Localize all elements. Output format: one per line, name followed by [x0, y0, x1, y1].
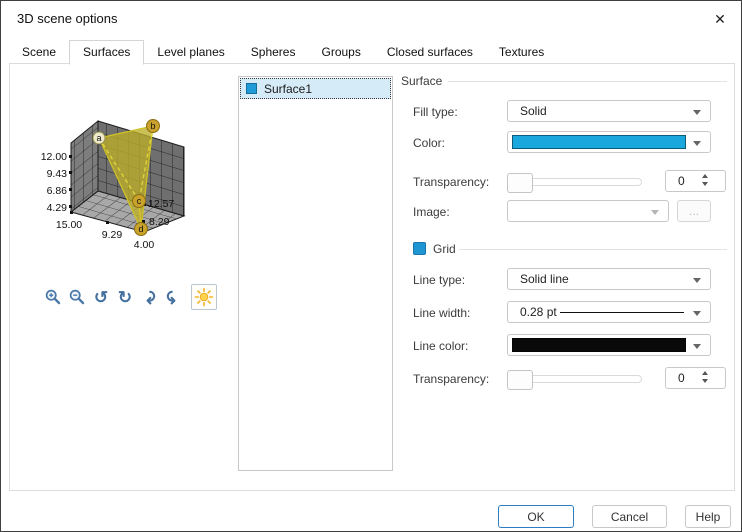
slider-handle[interactable]: [507, 370, 533, 390]
tab-textures[interactable]: Textures: [486, 41, 557, 63]
line-type-label: Line type:: [413, 273, 466, 287]
title-bar: 3D scene options ✕: [1, 1, 741, 39]
rotate-forward-icon[interactable]: ↷: [139, 286, 159, 308]
line-width-combobox[interactable]: 0.28 pt: [507, 301, 711, 323]
grid-transparency-label: Transparency:: [413, 372, 490, 386]
point-label-c: c: [137, 196, 142, 206]
surface-color-swatch: [512, 135, 686, 149]
grid-checkbox[interactable]: [413, 242, 426, 255]
point-label-d: d: [138, 224, 143, 234]
surface-group-divider: [448, 81, 727, 82]
grid-transparency-slider: [507, 370, 667, 390]
y-axis-label: 12.57: [148, 198, 174, 210]
chevron-down-icon: [693, 344, 701, 349]
slider-handle[interactable]: [507, 173, 533, 193]
close-icon[interactable]: ✕: [709, 9, 731, 29]
tab-scene[interactable]: Scene: [9, 41, 69, 63]
3d-preview[interactable]: 12.00 9.43 6.86 4.29 15.00 9.29 4.00 12.…: [29, 99, 234, 267]
chevron-down-icon: [651, 210, 659, 215]
ok-button[interactable]: OK: [498, 505, 574, 528]
spin-down-icon[interactable]: [702, 379, 708, 383]
spin-down-icon[interactable]: [702, 182, 708, 186]
tab-level-planes[interactable]: Level planes: [144, 41, 237, 63]
line-width-label: Line width:: [413, 306, 471, 320]
rotate-right-icon[interactable]: ↻: [115, 286, 135, 308]
chevron-down-icon: [693, 311, 701, 316]
surface-group-title: Surface: [401, 74, 443, 88]
zoom-out-icon[interactable]: [67, 286, 87, 308]
surfaces-listbox[interactable]: Surface1: [238, 76, 393, 471]
tab-closed-surfaces[interactable]: Closed surfaces: [374, 41, 486, 63]
tab-spheres[interactable]: Spheres: [238, 41, 309, 63]
line-color-swatch: [512, 338, 686, 352]
tab-bar: Scene Surfaces Level planes Spheres Grou…: [9, 40, 557, 65]
color-combobox[interactable]: [507, 131, 711, 153]
fill-type-combobox[interactable]: Solid: [507, 100, 711, 122]
tab-surfaces[interactable]: Surfaces: [69, 40, 145, 65]
grid-group-title: Grid: [433, 242, 456, 256]
cancel-button[interactable]: Cancel: [592, 505, 667, 528]
surface-transparency-slider: [507, 173, 667, 193]
line-color-label: Line color:: [413, 339, 469, 353]
spin-up-icon[interactable]: [702, 371, 708, 375]
x-axis-label: 15.00: [56, 219, 82, 231]
point-label-a: a: [96, 133, 101, 143]
color-label: Color:: [413, 136, 446, 150]
surface-transparency-spinbox[interactable]: 0: [665, 170, 726, 192]
chevron-down-icon: [693, 110, 701, 115]
point-label-b: b: [150, 121, 155, 131]
line-color-combobox[interactable]: [507, 334, 711, 356]
z-axis-label: 12.00: [41, 151, 67, 163]
z-axis-label: 4.29: [47, 202, 68, 214]
spin-up-icon[interactable]: [702, 174, 708, 178]
sun-icon: [194, 287, 214, 307]
light-toggle-button[interactable]: [191, 284, 217, 310]
x-axis-label: 4.00: [134, 239, 155, 251]
list-item-label: Surface1: [264, 81, 313, 96]
fill-type-label: Fill type:: [413, 105, 458, 119]
image-label: Image:: [413, 205, 450, 219]
transparency-label: Transparency:: [413, 175, 490, 189]
grid-group-divider: [459, 249, 727, 250]
image-browse-button[interactable]: ...: [677, 200, 711, 222]
z-axis-label: 6.86: [47, 185, 68, 197]
chevron-down-icon: [693, 141, 701, 146]
dialog-title: 3D scene options: [17, 11, 118, 26]
x-axis-label: 9.29: [102, 229, 123, 241]
tab-groups[interactable]: Groups: [308, 41, 373, 63]
rotate-back-icon[interactable]: ↶: [163, 286, 183, 308]
dialog-3d-scene-options: 3D scene options ✕ Scene Surfaces Level …: [0, 0, 742, 532]
list-item-surface1[interactable]: Surface1: [240, 78, 391, 99]
chevron-down-icon: [693, 278, 701, 283]
surface-color-square: [246, 83, 257, 94]
y-axis-label: 8.29: [149, 216, 170, 228]
help-button[interactable]: Help: [685, 505, 731, 528]
line-type-combobox[interactable]: Solid line: [507, 268, 711, 290]
grid-transparency-spinbox[interactable]: 0: [665, 367, 726, 389]
z-axis-label: 9.43: [47, 168, 68, 180]
image-combobox[interactable]: [507, 200, 669, 222]
rotate-left-icon[interactable]: ↺: [91, 286, 111, 308]
line-width-preview: [559, 311, 684, 313]
zoom-in-icon[interactable]: [43, 286, 63, 308]
preview-toolbar: ↺ ↻ ↷ ↶: [43, 284, 217, 310]
